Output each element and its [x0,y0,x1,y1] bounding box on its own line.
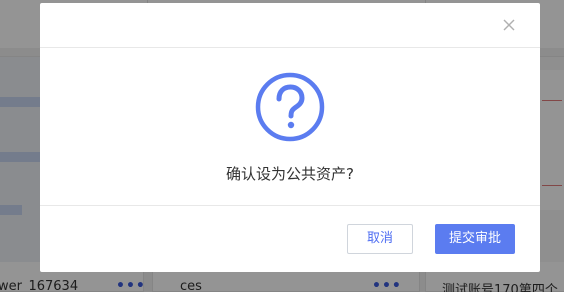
dialog-message: 确认设为公共资产? [226,165,354,183]
cancel-button[interactable]: 取消 [347,224,413,254]
close-icon[interactable] [502,17,516,31]
confirm-dialog: 确认设为公共资产? 取消 提交审批 [40,3,540,272]
submit-approval-button[interactable]: 提交审批 [435,224,515,254]
question-circle-icon [254,71,326,143]
dialog-header-divider [40,47,540,48]
dialog-footer-divider [40,205,540,206]
app-screen: wer_167634 ••• ces ••• 测试账号170第四个 确认设为公共… [0,0,564,292]
